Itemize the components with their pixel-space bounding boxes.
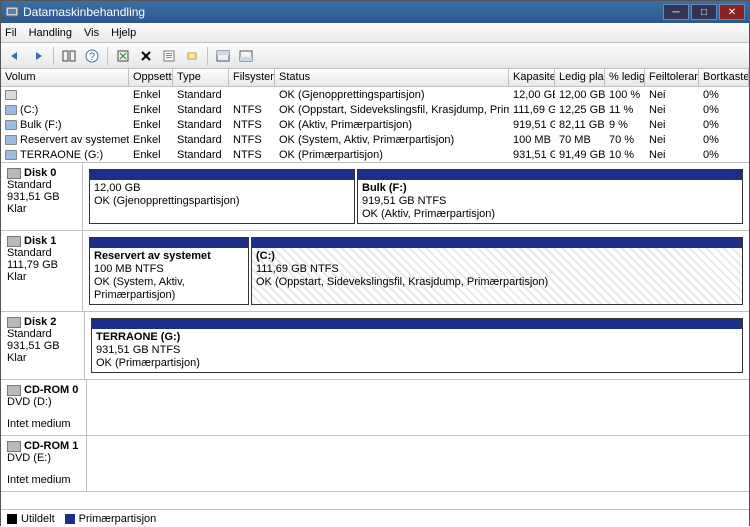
col-pctfree[interactable]: % ledig bbox=[605, 69, 645, 86]
minimize-button[interactable]: ─ bbox=[663, 4, 689, 20]
show-hide-tree-button[interactable] bbox=[59, 46, 79, 66]
close-button[interactable]: ✕ bbox=[719, 4, 745, 20]
volume-icon bbox=[5, 105, 17, 115]
col-type[interactable]: Type bbox=[173, 69, 229, 86]
col-filesystem[interactable]: Filsystem bbox=[229, 69, 275, 86]
disk-info[interactable]: Disk 1Standard111,79 GBKlar bbox=[1, 231, 83, 311]
disk-row: CD-ROM 1DVD (E:)Intet medium bbox=[1, 436, 749, 492]
legend-primary: Primærpartisjon bbox=[65, 513, 157, 525]
partition-box[interactable]: Reservert av systemet100 MB NTFSOK (Syst… bbox=[89, 237, 249, 305]
disk-partitions bbox=[87, 380, 749, 435]
menu-bar: Fil Handling Vis Hjelp bbox=[1, 23, 749, 43]
disk-icon bbox=[7, 317, 21, 328]
forward-button[interactable] bbox=[28, 46, 48, 66]
toolbar: ? bbox=[1, 43, 749, 69]
legend: Utildelt Primærpartisjon bbox=[1, 509, 749, 527]
action-button[interactable] bbox=[182, 46, 202, 66]
window-title: Datamaskinbehandling bbox=[23, 5, 663, 19]
disk-graphical-view: Disk 0Standard931,51 GBKlar12,00 GBOK (G… bbox=[1, 162, 749, 492]
partition-box[interactable]: Bulk (F:)919,51 GB NTFSOK (Aktiv, Primær… bbox=[357, 169, 743, 224]
disk-partitions: TERRAONE (G:)931,51 GB NTFSOK (Primærpar… bbox=[85, 312, 749, 379]
view-bottom-button[interactable] bbox=[236, 46, 256, 66]
disk-partitions: 12,00 GBOK (Gjenopprettingspartisjon)Bul… bbox=[83, 163, 749, 230]
volume-icon bbox=[5, 135, 17, 145]
back-button[interactable] bbox=[5, 46, 25, 66]
disk-row: Disk 2Standard931,51 GBKlarTERRAONE (G:)… bbox=[1, 312, 749, 380]
disk-partitions: Reservert av systemet100 MB NTFSOK (Syst… bbox=[83, 231, 749, 311]
maximize-button[interactable]: □ bbox=[691, 4, 717, 20]
disk-icon bbox=[7, 168, 21, 179]
app-icon bbox=[5, 5, 19, 19]
col-fault[interactable]: Feiltoleranse bbox=[645, 69, 699, 86]
properties-button[interactable] bbox=[159, 46, 179, 66]
partition-box[interactable]: (C:)111,69 GB NTFSOK (Oppstart, Sideveks… bbox=[251, 237, 743, 305]
menu-help[interactable]: Hjelp bbox=[111, 27, 136, 39]
delete-button[interactable] bbox=[136, 46, 156, 66]
table-row[interactable]: EnkelStandardOK (Gjenopprettingspartisjo… bbox=[1, 87, 749, 102]
partition-box[interactable]: TERRAONE (G:)931,51 GB NTFSOK (Primærpar… bbox=[91, 318, 743, 373]
volume-icon bbox=[5, 90, 17, 100]
disk-info[interactable]: CD-ROM 0DVD (D:)Intet medium bbox=[1, 380, 87, 435]
disk-row: Disk 0Standard931,51 GBKlar12,00 GBOK (G… bbox=[1, 163, 749, 231]
disk-info[interactable]: Disk 2Standard931,51 GBKlar bbox=[1, 312, 85, 379]
col-layout[interactable]: Oppsett bbox=[129, 69, 173, 86]
volume-icon bbox=[5, 120, 17, 130]
disk-icon bbox=[7, 236, 21, 247]
view-top-button[interactable] bbox=[213, 46, 233, 66]
table-row[interactable]: TERRAONE (G:)EnkelStandardNTFSOK (Primær… bbox=[1, 147, 749, 162]
disk-row: CD-ROM 0DVD (D:)Intet medium bbox=[1, 380, 749, 436]
volume-list: EnkelStandardOK (Gjenopprettingspartisjo… bbox=[1, 87, 749, 162]
table-row[interactable]: Reservert av systemetEnkelStandardNTFSOK… bbox=[1, 132, 749, 147]
title-bar: Datamaskinbehandling ─ □ ✕ bbox=[1, 1, 749, 23]
disk-row: Disk 1Standard111,79 GBKlarReservert av … bbox=[1, 231, 749, 312]
table-row[interactable]: Bulk (F:)EnkelStandardNTFSOK (Aktiv, Pri… bbox=[1, 117, 749, 132]
col-capacity[interactable]: Kapasitet bbox=[509, 69, 555, 86]
menu-action[interactable]: Handling bbox=[29, 27, 72, 39]
cdrom-icon bbox=[7, 441, 21, 452]
menu-view[interactable]: Vis bbox=[84, 27, 99, 39]
table-row[interactable]: (C:)EnkelStandardNTFSOK (Oppstart, Sidev… bbox=[1, 102, 749, 117]
refresh-button[interactable] bbox=[113, 46, 133, 66]
volume-icon bbox=[5, 150, 17, 160]
svg-text:?: ? bbox=[89, 51, 95, 63]
col-overhead[interactable]: Bortkastet bbox=[699, 69, 749, 86]
partition-box[interactable]: 12,00 GBOK (Gjenopprettingspartisjon) bbox=[89, 169, 355, 224]
menu-file[interactable]: Fil bbox=[5, 27, 17, 39]
col-free[interactable]: Ledig plass bbox=[555, 69, 605, 86]
col-status[interactable]: Status bbox=[275, 69, 509, 86]
help-button[interactable]: ? bbox=[82, 46, 102, 66]
disk-info[interactable]: CD-ROM 1DVD (E:)Intet medium bbox=[1, 436, 87, 491]
disk-info[interactable]: Disk 0Standard931,51 GBKlar bbox=[1, 163, 83, 230]
disk-partitions bbox=[87, 436, 749, 491]
cdrom-icon bbox=[7, 385, 21, 396]
col-volume[interactable]: Volum bbox=[1, 69, 129, 86]
volume-list-header: Volum Oppsett Type Filsystem Status Kapa… bbox=[1, 69, 749, 87]
legend-unallocated: Utildelt bbox=[7, 513, 55, 525]
